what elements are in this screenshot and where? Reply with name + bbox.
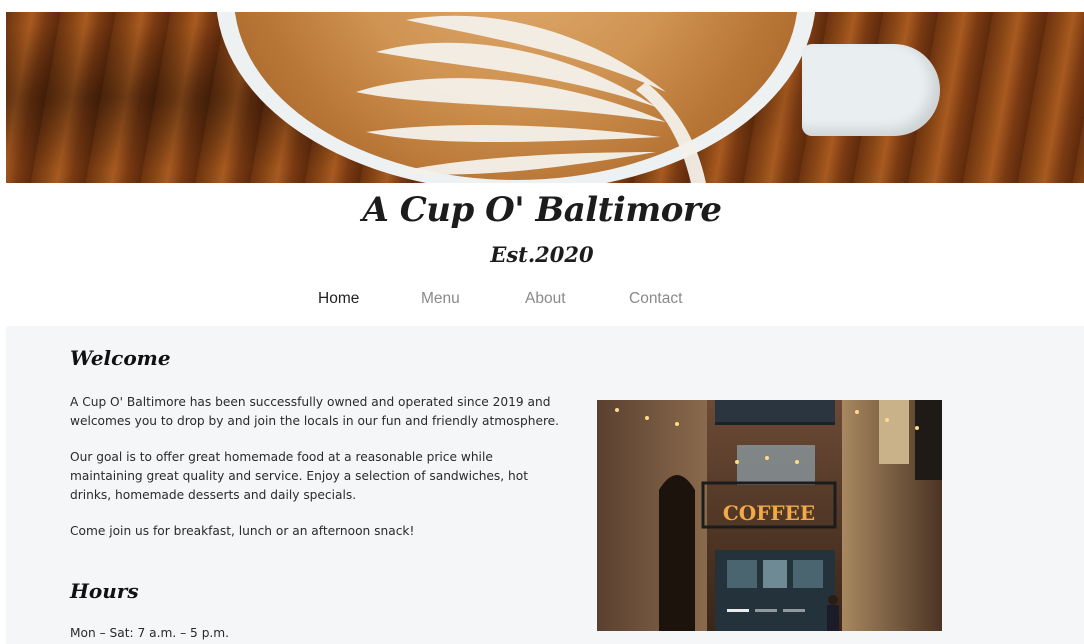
nav-about[interactable]: About (525, 290, 566, 308)
latte-art (356, 15, 706, 183)
coffee-shop-photo: COFFEE (597, 400, 942, 631)
welcome-heading: Welcome (70, 346, 171, 370)
nav-home[interactable]: Home (318, 290, 359, 308)
hours-heading: Hours (70, 579, 139, 603)
hours-line: Mon – Sat: 7 a.m. – 5 p.m. (70, 626, 230, 640)
welcome-paragraph-2: Our goal is to offer great homemade food… (70, 450, 528, 502)
main-nav: Home Menu About Contact (0, 290, 1084, 316)
welcome-paragraph-1: A Cup O' Baltimore has been successfully… (70, 395, 560, 428)
site-established: Est.2020 (490, 242, 594, 267)
coffee-sign: COFFEE (723, 501, 815, 525)
welcome-paragraph-3: Come join us for breakfast, lunch or an … (70, 524, 415, 538)
hero-banner-image (6, 12, 1084, 183)
site-title: A Cup O' Baltimore (362, 190, 722, 230)
cup-handle (802, 44, 940, 136)
nav-contact[interactable]: Contact (629, 290, 682, 308)
main-content: Welcome A Cup O' Baltimore has been succ… (6, 326, 1084, 644)
nav-menu[interactable]: Menu (421, 290, 460, 308)
